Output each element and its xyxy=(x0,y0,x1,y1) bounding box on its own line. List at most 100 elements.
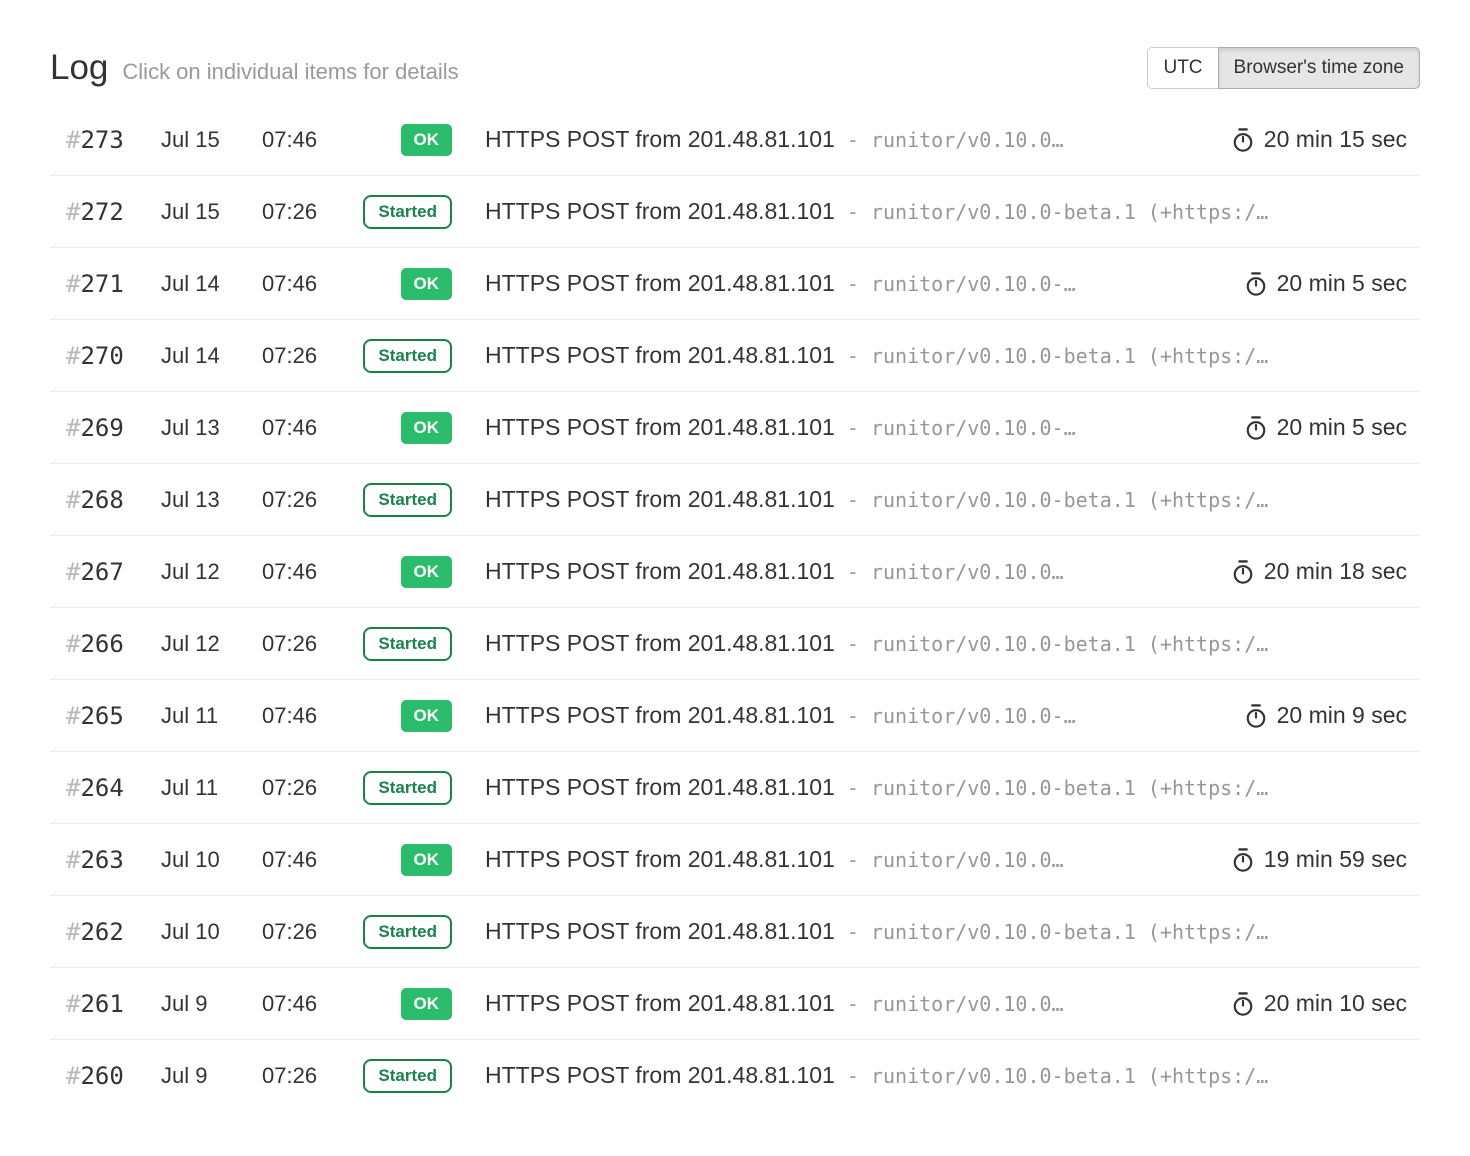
status-badge-cell: OK xyxy=(358,268,452,300)
event-number-value: 267 xyxy=(80,558,123,586)
utc-button[interactable]: UTC xyxy=(1147,47,1218,90)
log-row[interactable]: #271 Jul 14 07:46 OK HTTPS POST from 201… xyxy=(50,248,1420,320)
event-user-agent: - runitor/v0.10.0-beta.1 (+https:/… xyxy=(847,344,1268,368)
duration-text: 20 min 9 sec xyxy=(1277,702,1407,729)
event-number: #265 xyxy=(50,702,161,730)
status-badge: Started xyxy=(363,771,452,805)
log-row[interactable]: #264 Jul 11 07:26 Started HTTPS POST fro… xyxy=(50,752,1420,824)
event-message: HTTPS POST from 201.48.81.101 xyxy=(485,630,835,657)
event-message: HTTPS POST from 201.48.81.101 xyxy=(485,342,835,369)
log-row[interactable]: #269 Jul 13 07:46 OK HTTPS POST from 201… xyxy=(50,392,1420,464)
log-row[interactable]: #267 Jul 12 07:46 OK HTTPS POST from 201… xyxy=(50,536,1420,608)
event-user-agent: - runitor/v0.10.0-beta.1 (+https:/… xyxy=(847,200,1268,224)
event-date: Jul 13 xyxy=(161,415,262,441)
status-badge: Started xyxy=(363,195,452,229)
event-time: 07:46 xyxy=(262,703,358,729)
status-badge-cell: Started xyxy=(358,771,452,805)
event-date: Jul 14 xyxy=(161,343,262,369)
event-date: Jul 10 xyxy=(161,919,262,945)
event-time: 07:26 xyxy=(262,487,358,513)
event-description: HTTPS POST from 201.48.81.101 - runitor/… xyxy=(485,774,1420,801)
status-badge: OK xyxy=(401,124,453,156)
hash-prefix: # xyxy=(66,270,80,298)
event-description: HTTPS POST from 201.48.81.101 - runitor/… xyxy=(485,198,1420,225)
duration-text: 19 min 59 sec xyxy=(1264,846,1407,873)
log-row[interactable]: #273 Jul 15 07:46 OK HTTPS POST from 201… xyxy=(50,104,1420,176)
hash-prefix: # xyxy=(66,630,80,658)
hash-prefix: # xyxy=(66,126,80,154)
hash-prefix: # xyxy=(66,342,80,370)
browser-timezone-button[interactable]: Browser's time zone xyxy=(1218,47,1420,90)
status-badge-cell: Started xyxy=(358,1059,452,1093)
page-title: Log xyxy=(50,48,108,88)
title-wrap: Log Click on individual items for detail… xyxy=(50,48,459,88)
event-description: HTTPS POST from 201.48.81.101 - runitor/… xyxy=(485,126,1214,153)
event-number: #270 xyxy=(50,342,161,370)
log-row[interactable]: #266 Jul 12 07:26 Started HTTPS POST fro… xyxy=(50,608,1420,680)
event-number: #263 xyxy=(50,846,161,874)
event-description: HTTPS POST from 201.48.81.101 - runitor/… xyxy=(485,558,1214,585)
event-message: HTTPS POST from 201.48.81.101 xyxy=(485,126,835,153)
event-user-agent: - runitor/v0.10.0… xyxy=(847,992,1064,1016)
event-message: HTTPS POST from 201.48.81.101 xyxy=(485,918,835,945)
event-message: HTTPS POST from 201.48.81.101 xyxy=(485,486,835,513)
status-badge: OK xyxy=(401,844,453,876)
duration: 20 min 15 sec xyxy=(1214,126,1420,153)
timezone-toggle: UTC Browser's time zone xyxy=(1147,47,1420,90)
event-number: #271 xyxy=(50,270,161,298)
log-row[interactable]: #265 Jul 11 07:46 OK HTTPS POST from 201… xyxy=(50,680,1420,752)
status-badge-cell: OK xyxy=(358,556,452,588)
status-badge: Started xyxy=(363,339,452,373)
hash-prefix: # xyxy=(66,558,80,586)
status-badge-cell: OK xyxy=(358,844,452,876)
event-message: HTTPS POST from 201.48.81.101 xyxy=(485,702,835,729)
event-number: #267 xyxy=(50,558,161,586)
log-row[interactable]: #260 Jul 9 07:26 Started HTTPS POST from… xyxy=(50,1040,1420,1111)
status-badge-cell: Started xyxy=(358,483,452,517)
log-row[interactable]: #270 Jul 14 07:26 Started HTTPS POST fro… xyxy=(50,320,1420,392)
duration: 20 min 18 sec xyxy=(1214,558,1420,585)
duration: 20 min 9 sec xyxy=(1227,702,1420,729)
status-badge-cell: Started xyxy=(358,339,452,373)
event-number: #266 xyxy=(50,630,161,658)
event-number-value: 264 xyxy=(80,774,123,802)
event-user-agent: - runitor/v0.10.0-beta.1 (+https:/… xyxy=(847,1064,1268,1088)
status-badge-cell: Started xyxy=(358,915,452,949)
stopwatch-icon xyxy=(1243,415,1269,441)
event-date: Jul 13 xyxy=(161,487,262,513)
event-description: HTTPS POST from 201.48.81.101 - runitor/… xyxy=(485,414,1227,441)
status-badge: Started xyxy=(363,915,452,949)
duration: 20 min 5 sec xyxy=(1227,414,1420,441)
event-description: HTTPS POST from 201.48.81.101 - runitor/… xyxy=(485,990,1214,1017)
event-user-agent: - runitor/v0.10.0-… xyxy=(847,704,1076,728)
log-row[interactable]: #261 Jul 9 07:46 OK HTTPS POST from 201.… xyxy=(50,968,1420,1040)
duration-text: 20 min 10 sec xyxy=(1264,990,1407,1017)
event-number-value: 269 xyxy=(80,414,123,442)
log-row[interactable]: #262 Jul 10 07:26 Started HTTPS POST fro… xyxy=(50,896,1420,968)
status-badge: OK xyxy=(401,988,453,1020)
event-date: Jul 15 xyxy=(161,199,262,225)
event-time: 07:26 xyxy=(262,919,358,945)
event-number-value: 261 xyxy=(80,990,123,1018)
hash-prefix: # xyxy=(66,486,80,514)
event-number-value: 260 xyxy=(80,1062,123,1090)
duration-text: 20 min 18 sec xyxy=(1264,558,1407,585)
event-number-value: 263 xyxy=(80,846,123,874)
event-user-agent: - runitor/v0.10.0… xyxy=(847,128,1064,152)
event-user-agent: - runitor/v0.10.0-… xyxy=(847,416,1076,440)
event-number: #264 xyxy=(50,774,161,802)
log-row[interactable]: #272 Jul 15 07:26 Started HTTPS POST fro… xyxy=(50,176,1420,248)
hash-prefix: # xyxy=(66,1062,80,1090)
event-time: 07:26 xyxy=(262,631,358,657)
event-number-value: 272 xyxy=(80,198,123,226)
event-message: HTTPS POST from 201.48.81.101 xyxy=(485,990,835,1017)
event-message: HTTPS POST from 201.48.81.101 xyxy=(485,270,835,297)
event-number-value: 273 xyxy=(80,126,123,154)
event-number: #268 xyxy=(50,486,161,514)
event-time: 07:46 xyxy=(262,127,358,153)
log-row[interactable]: #268 Jul 13 07:26 Started HTTPS POST fro… xyxy=(50,464,1420,536)
event-time: 07:26 xyxy=(262,1063,358,1089)
log-row[interactable]: #263 Jul 10 07:46 OK HTTPS POST from 201… xyxy=(50,824,1420,896)
event-number: #272 xyxy=(50,198,161,226)
event-date: Jul 9 xyxy=(161,1063,262,1089)
